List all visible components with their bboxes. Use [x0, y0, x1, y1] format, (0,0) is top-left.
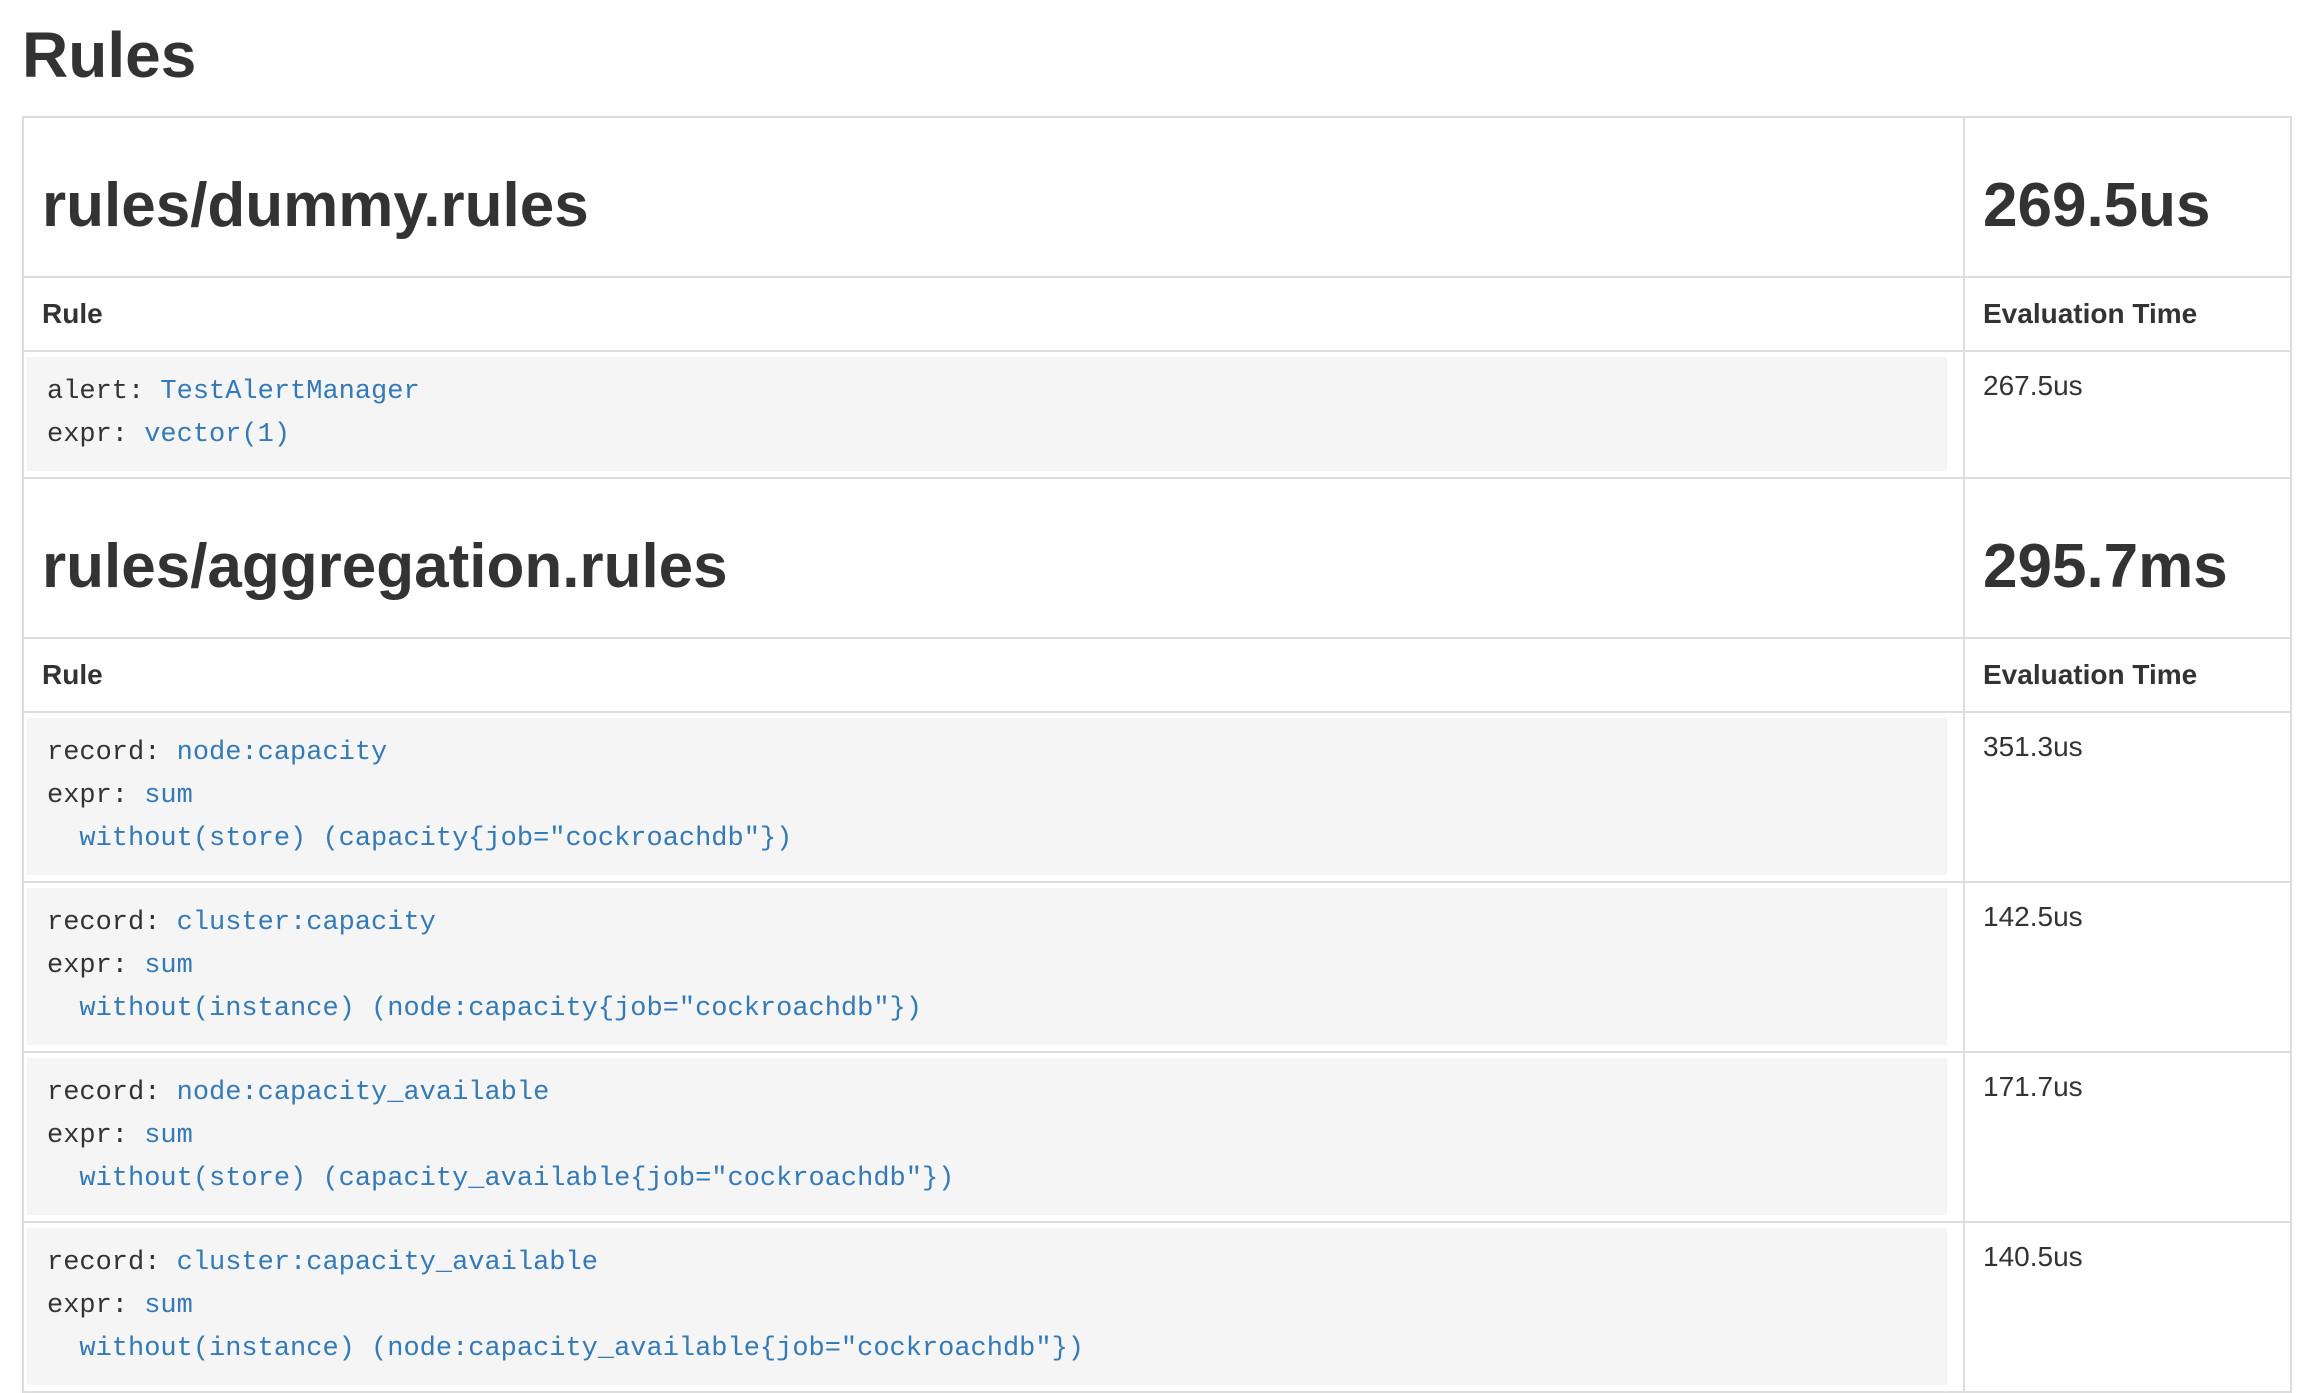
- group-evaluation-time-cell: 269.5us: [1964, 117, 2291, 277]
- expression-link[interactable]: vector(1): [144, 420, 290, 450]
- rule-code-block: record: cluster:capacity_availableexpr: …: [27, 1228, 1947, 1385]
- rule-code-line: expr: sum: [47, 945, 1927, 988]
- group-file-cell: rules/dummy.rules: [23, 117, 1964, 277]
- rule-keyword: record:: [47, 1248, 177, 1278]
- rule-code-block: alert: TestAlertManagerexpr: vector(1): [27, 357, 1947, 471]
- group-file-name: rules/aggregation.rules: [42, 533, 1945, 601]
- group-header-row: rules/dummy.rules 269.5us: [23, 117, 2291, 277]
- rule-code-block: record: cluster:capacityexpr: sum withou…: [27, 888, 1947, 1045]
- rule-evaluation-time: 171.7us: [1964, 1052, 2291, 1222]
- rule-row: record: node:capacityexpr: sum without(s…: [23, 712, 2291, 882]
- rule-evaluation-time: 142.5us: [1964, 882, 2291, 1052]
- expression-link[interactable]: cluster:capacity_available: [177, 1248, 598, 1278]
- rule-cell: alert: TestAlertManagerexpr: vector(1): [23, 351, 1964, 478]
- rule-cell: record: cluster:capacityexpr: sum withou…: [23, 882, 1964, 1052]
- rule-row: record: cluster:capacity_availableexpr: …: [23, 1222, 2291, 1392]
- rule-row: record: node:capacity_availableexpr: sum…: [23, 1052, 2291, 1222]
- column-header-evaluation-time: Evaluation Time: [1964, 638, 2291, 712]
- column-header-evaluation-time: Evaluation Time: [1964, 277, 2291, 351]
- rule-keyword: record:: [47, 1078, 177, 1108]
- rule-code-block: record: node:capacityexpr: sum without(s…: [27, 718, 1947, 875]
- rule-code-line: without(store) (capacity_available{job="…: [47, 1158, 1927, 1201]
- column-header-row: Rule Evaluation Time: [23, 277, 2291, 351]
- rule-evaluation-time: 140.5us: [1964, 1222, 2291, 1392]
- expression-link[interactable]: without(instance) (node:capacity{job="co…: [47, 994, 922, 1024]
- rule-keyword: expr:: [47, 1291, 144, 1321]
- rule-code-line: without(store) (capacity{job="cockroachd…: [47, 818, 1927, 861]
- group-header-row: rules/aggregation.rules 295.7ms: [23, 478, 2291, 638]
- expression-link[interactable]: sum: [144, 781, 193, 811]
- rule-code-line: record: node:capacity: [47, 732, 1927, 775]
- expression-link[interactable]: without(store) (capacity{job="cockroachd…: [47, 824, 792, 854]
- rule-code-line: expr: vector(1): [47, 414, 1927, 457]
- rule-code-line: record: cluster:capacity_available: [47, 1242, 1927, 1285]
- rule-code-block: record: node:capacity_availableexpr: sum…: [27, 1058, 1947, 1215]
- rule-code-line: without(instance) (node:capacity{job="co…: [47, 988, 1927, 1031]
- expression-link[interactable]: TestAlertManager: [160, 377, 419, 407]
- rule-code-line: record: node:capacity_available: [47, 1072, 1927, 1115]
- expression-link[interactable]: sum: [144, 951, 193, 981]
- rule-code-line: record: cluster:capacity: [47, 902, 1927, 945]
- group-file-name: rules/dummy.rules: [42, 172, 1945, 240]
- expression-link[interactable]: sum: [144, 1121, 193, 1151]
- group-evaluation-time: 269.5us: [1983, 172, 2272, 240]
- rule-code-line: expr: sum: [47, 775, 1927, 818]
- expression-link[interactable]: without(instance) (node:capacity_availab…: [47, 1334, 1084, 1364]
- expression-link[interactable]: cluster:capacity: [177, 908, 436, 938]
- rule-keyword: expr:: [47, 420, 144, 450]
- rule-keyword: expr:: [47, 951, 144, 981]
- expression-link[interactable]: without(store) (capacity_available{job="…: [47, 1164, 954, 1194]
- page-title: Rules: [22, 20, 2290, 90]
- column-header-rule: Rule: [23, 638, 1964, 712]
- rule-evaluation-time: 267.5us: [1964, 351, 2291, 478]
- rule-cell: record: node:capacity_availableexpr: sum…: [23, 1052, 1964, 1222]
- expression-link[interactable]: node:capacity_available: [177, 1078, 550, 1108]
- expression-link[interactable]: node:capacity: [177, 738, 388, 768]
- rule-code-line: without(instance) (node:capacity_availab…: [47, 1328, 1927, 1371]
- rule-cell: record: cluster:capacity_availableexpr: …: [23, 1222, 1964, 1392]
- rules-table: rules/dummy.rules 269.5us Rule Evaluatio…: [22, 116, 2292, 1393]
- rule-cell: record: node:capacityexpr: sum without(s…: [23, 712, 1964, 882]
- column-header-rule: Rule: [23, 277, 1964, 351]
- rule-keyword: expr:: [47, 781, 144, 811]
- rule-keyword: record:: [47, 738, 177, 768]
- rule-keyword: alert:: [47, 377, 160, 407]
- rule-row: alert: TestAlertManagerexpr: vector(1) 2…: [23, 351, 2291, 478]
- group-evaluation-time-cell: 295.7ms: [1964, 478, 2291, 638]
- rule-code-line: alert: TestAlertManager: [47, 371, 1927, 414]
- column-header-row: Rule Evaluation Time: [23, 638, 2291, 712]
- rule-row: record: cluster:capacityexpr: sum withou…: [23, 882, 2291, 1052]
- group-file-cell: rules/aggregation.rules: [23, 478, 1964, 638]
- rule-keyword: expr:: [47, 1121, 144, 1151]
- rule-keyword: record:: [47, 908, 177, 938]
- group-evaluation-time: 295.7ms: [1983, 533, 2272, 601]
- rule-evaluation-time: 351.3us: [1964, 712, 2291, 882]
- rule-code-line: expr: sum: [47, 1115, 1927, 1158]
- rules-page: { "page": { "title": "Rules" }, "table":…: [0, 0, 2316, 1322]
- expression-link[interactable]: sum: [144, 1291, 193, 1321]
